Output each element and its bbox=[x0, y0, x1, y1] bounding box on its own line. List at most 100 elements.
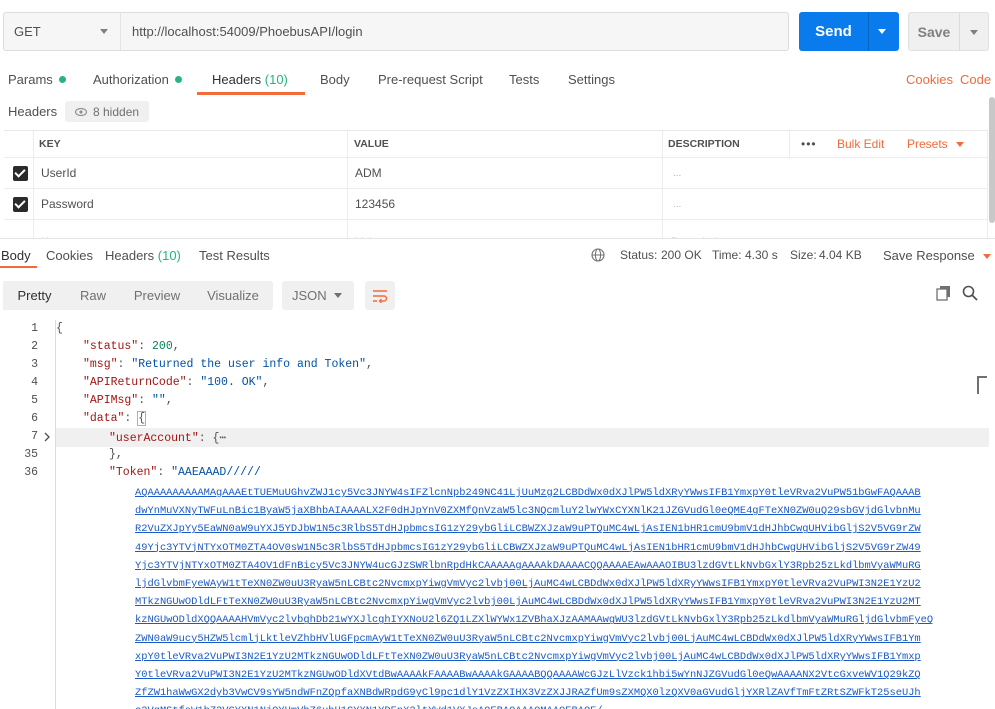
gutter-divider bbox=[55, 320, 56, 709]
token-line[interactable]: R2VuZXJpYy5EaWN0aW9uYXJ5YDJbW1N5c3RlbS5T… bbox=[135, 520, 967, 538]
header-value[interactable]: ADM bbox=[355, 158, 382, 188]
send-options-dropdown[interactable] bbox=[869, 12, 899, 51]
format-select[interactable]: JSON bbox=[282, 281, 354, 310]
token-line[interactable]: MTkzNGUwODldLFtTeXN0ZW0uU3RyaW5nLCBtc2Nv… bbox=[135, 593, 967, 611]
row-checkbox[interactable] bbox=[13, 197, 28, 212]
line-number: 35 bbox=[24, 448, 38, 461]
header-key[interactable]: UserId bbox=[41, 158, 76, 188]
search-icon[interactable] bbox=[962, 285, 978, 301]
code-line: "status": 200, bbox=[83, 340, 180, 353]
value-placeholder[interactable]: Value bbox=[355, 226, 385, 239]
column-header-value: VALUE bbox=[354, 138, 389, 150]
token-line[interactable]: xpY0tleVRva2VuPWI3N2E1YzU2MTkzNGUwODldLF… bbox=[135, 648, 967, 666]
save-response-button[interactable]: Save Response bbox=[883, 248, 991, 263]
line-number: 7 bbox=[31, 430, 38, 443]
token-line[interactable]: ZfZW1haWwGX2dyb3VwCV9sYW5ndWFnZQpfaXNBdW… bbox=[135, 684, 967, 702]
hidden-headers-toggle[interactable]: 8 hidden bbox=[65, 101, 149, 122]
size-label: Size: bbox=[790, 248, 817, 262]
view-visualize-button[interactable]: Visualize bbox=[194, 281, 272, 310]
tab-headers[interactable]: Headers (10) bbox=[212, 71, 288, 87]
token-line[interactable]: ZWN0aW9ucy5HZW5lcmljLktleVZhbHVlUGFpcmAy… bbox=[135, 630, 967, 648]
chevron-down-icon bbox=[334, 293, 342, 298]
tab-settings[interactable]: Settings bbox=[568, 71, 615, 87]
method-select[interactable]: GET bbox=[4, 13, 121, 50]
url-input[interactable]: http://localhost:54009/PhoebusAPI/login bbox=[121, 13, 363, 50]
status-value: 200 OK bbox=[661, 248, 702, 262]
code-line: "userAccount": {⋯ bbox=[109, 432, 227, 445]
cookies-link[interactable]: Cookies bbox=[906, 71, 953, 87]
more-options-icon[interactable]: ••• bbox=[801, 131, 817, 157]
wrap-icon bbox=[373, 289, 388, 303]
token-line[interactable]: AQAAAAAAAAAMAgAAAEtTUEMuUGhvZWJ1cy5Vc3JN… bbox=[135, 484, 967, 502]
tab-authorization[interactable]: Authorization bbox=[93, 71, 182, 87]
tab-count: (10) bbox=[264, 71, 288, 87]
tab-tests[interactable]: Tests bbox=[509, 71, 539, 87]
save-button[interactable]: Save bbox=[908, 12, 989, 51]
row-checkbox[interactable] bbox=[13, 166, 28, 181]
json-key: "APIMsg" bbox=[83, 394, 139, 407]
tab-params[interactable]: Params bbox=[8, 71, 66, 87]
wrap-lines-button[interactable] bbox=[365, 281, 395, 310]
token-line[interactable]: Y0tleVRva2VuPWI3N2E1YzU2MTkzNGUwODldXVtd… bbox=[135, 666, 967, 684]
table-header-row: KEY VALUE DESCRIPTION ••• Bulk Edit Pres… bbox=[4, 131, 988, 158]
token-line[interactable]: dwYnMuVXNyTWFuLnBic1ByaW5jaXBhbAIAAAALX2… bbox=[135, 502, 967, 520]
json-key: "status" bbox=[83, 340, 139, 353]
json-value: { bbox=[137, 411, 147, 426]
response-body-editor[interactable]: 1 { 2 "status": 200, 3 "msg": "Returned … bbox=[0, 320, 995, 709]
token-line[interactable]: c2VgMStfaW1hZ2VCYXN1NjQYUmVhZ6uhH1CYXN1Y… bbox=[135, 702, 967, 709]
url-bar: GET http://localhost:54009/PhoebusAPI/lo… bbox=[3, 12, 789, 51]
tab-response-cookies[interactable]: Cookies bbox=[46, 248, 93, 263]
presets-label: Presets bbox=[907, 137, 948, 151]
header-description[interactable]: ... bbox=[673, 158, 681, 188]
column-header-key: KEY bbox=[39, 138, 61, 150]
token-line[interactable]: kzNGUwODldXQQAAAAHVmVyc2lvbghDb21wYXJlcg… bbox=[135, 611, 967, 629]
copy-icon[interactable] bbox=[936, 285, 952, 301]
json-key: "Token" bbox=[109, 466, 158, 479]
tab-pre-request-script[interactable]: Pre-request Script bbox=[378, 71, 483, 87]
save-response-label: Save Response bbox=[883, 248, 975, 263]
send-button[interactable]: Send bbox=[799, 12, 899, 51]
chevron-down-icon bbox=[100, 29, 108, 34]
scroll-marker bbox=[977, 376, 987, 394]
description-placeholder[interactable]: Description bbox=[671, 226, 731, 239]
key-placeholder[interactable]: Key bbox=[41, 226, 62, 239]
chevron-right-icon[interactable] bbox=[43, 432, 51, 442]
globe-icon[interactable] bbox=[591, 248, 605, 262]
line-number: 2 bbox=[31, 340, 38, 353]
chevron-down-icon bbox=[955, 141, 964, 147]
chevron-down-icon bbox=[970, 30, 978, 35]
eye-icon bbox=[75, 107, 87, 116]
column-header-description: DESCRIPTION bbox=[668, 138, 740, 150]
tab-label: Headers bbox=[105, 248, 155, 263]
tab-body[interactable]: Body bbox=[320, 71, 350, 87]
json-key: "msg" bbox=[83, 358, 118, 371]
presets-button[interactable]: Presets bbox=[907, 131, 964, 157]
code-link[interactable]: Code bbox=[960, 71, 991, 87]
column-divider bbox=[789, 131, 790, 158]
tab-test-results[interactable]: Test Results bbox=[199, 248, 270, 263]
save-options-dropdown[interactable] bbox=[960, 13, 988, 50]
table-row: Password 123456 ... bbox=[4, 189, 988, 220]
tab-response-headers[interactable]: Headers (10) bbox=[105, 248, 181, 263]
token-line[interactable]: Yjc3YTVjNTYxOTM0ZTA4OV1dFnBicy5Vc3JNYW4u… bbox=[135, 557, 967, 575]
tab-label: Params bbox=[8, 71, 53, 87]
column-divider bbox=[33, 131, 34, 238]
json-value: "Returned the user info and Token" bbox=[131, 358, 366, 371]
header-description[interactable]: ... bbox=[673, 189, 681, 219]
tab-response-body[interactable]: Body bbox=[1, 248, 31, 263]
chevron-down-icon bbox=[982, 254, 991, 260]
view-preview-button[interactable]: Preview bbox=[120, 281, 194, 310]
view-pretty-button[interactable]: Pretty bbox=[3, 281, 66, 310]
code-line: "msg": "Returned the user info and Token… bbox=[83, 358, 373, 371]
line-number: 5 bbox=[31, 394, 38, 407]
scrollbar[interactable] bbox=[989, 97, 995, 223]
line-number: 36 bbox=[24, 466, 38, 479]
token-line[interactable]: 49Yjc3YTVjNTYxOTM0ZTA4OV0sW1N5c3RlbS5TdH… bbox=[135, 539, 967, 557]
view-raw-button[interactable]: Raw bbox=[66, 281, 120, 310]
token-line[interactable]: ljdGlvbmFyeWAyW1tTeXN0ZW0uU3RyaW5nLCBtc2… bbox=[135, 575, 967, 593]
json-key: "APIReturnCode" bbox=[83, 376, 187, 389]
header-key[interactable]: Password bbox=[41, 189, 94, 219]
header-value[interactable]: 123456 bbox=[355, 189, 395, 219]
bulk-edit-button[interactable]: Bulk Edit bbox=[837, 131, 884, 157]
active-tab-indicator bbox=[197, 92, 305, 95]
